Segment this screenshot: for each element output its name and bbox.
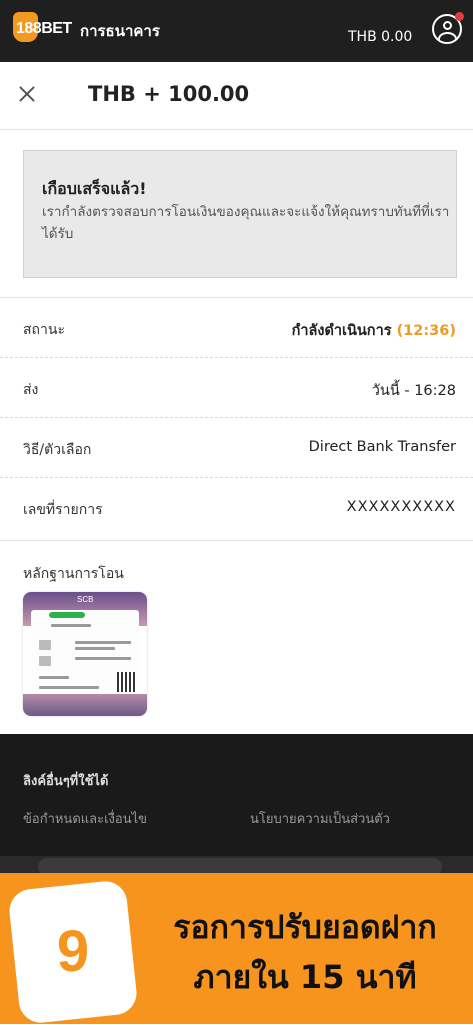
sent-label: ส่ง	[23, 382, 39, 398]
user-head-shape	[443, 21, 452, 30]
proof-label: หลักฐานการโอน	[23, 566, 124, 582]
reference-value: XXXXXXXXXX	[346, 499, 456, 515]
brand-logo[interactable]: 188BET	[13, 12, 72, 42]
privacy-link[interactable]: นโยบายความเป็นส่วนตัว	[250, 808, 390, 829]
slip-line	[39, 656, 51, 666]
banner-heading-line1: รอการปรับยอดฝาก	[173, 908, 437, 946]
page-title: การธนาคาร	[80, 22, 160, 40]
balance-display[interactable]: THB 0.00	[348, 29, 412, 45]
slip-line	[39, 640, 51, 650]
footer-title: ลิงค์อื่นๆที่ใช้ได้	[23, 774, 109, 789]
transfer-slip-thumbnail[interactable]: SCB	[23, 592, 147, 716]
status-timer: (12:36)	[396, 323, 456, 339]
pending-notice-box: เกือบเสร็จแล้ว! เรากำลังตรวจสอบการโอนเงิ…	[23, 150, 457, 278]
terms-link[interactable]: ข้อกำหนดและเงื่อนไข	[23, 808, 147, 829]
top-navigation-bar: 188BET การธนาคาร THB 0.00	[0, 0, 473, 62]
user-body-shape	[438, 32, 457, 42]
banner-heading-line2: ภายใน 15 นาที	[193, 958, 417, 996]
transaction-header: THB + 100.00	[0, 62, 473, 130]
slip-line	[75, 647, 115, 650]
proof-section: หลักฐานการโอน SCB	[0, 540, 473, 734]
notice-title: เกือบเสร็จแล้ว!	[42, 179, 147, 198]
notice-section: เกือบเสร็จแล้ว! เรากำลังตรวจสอบการโอนเงิ…	[0, 130, 473, 298]
method-label: วิธี/ตัวเลือก	[23, 442, 92, 458]
method-row: วิธี/ตัวเลือก Direct Bank Transfer	[0, 418, 473, 478]
deposit-amount: THB + 100.00	[88, 82, 250, 106]
slip-line	[39, 676, 69, 679]
status-label: สถานะ	[23, 322, 65, 338]
slip-success-pill	[49, 612, 85, 618]
reference-row: เลขที่รายการ XXXXXXXXXX	[0, 478, 473, 538]
sent-value: วันนี้ - 16:28	[371, 383, 456, 399]
slip-line	[51, 624, 91, 627]
qr-code-icon	[117, 672, 137, 692]
slip-line	[75, 641, 131, 644]
status-value: กำลังดำเนินการ	[291, 323, 392, 339]
logo-text: 188BET	[16, 20, 72, 37]
notification-dot-icon	[455, 12, 464, 21]
notice-message: เรากำลังตรวจสอบการโอนเงินของคุณและจะแจ้ง…	[42, 204, 450, 242]
slip-line	[39, 686, 99, 689]
sent-row: ส่ง วันนี้ - 16:28	[0, 358, 473, 418]
method-value: Direct Bank Transfer	[308, 439, 456, 455]
slip-line	[75, 657, 131, 660]
slip-footer-graphic	[23, 694, 147, 716]
reference-label: เลขที่รายการ	[23, 502, 103, 518]
status-row: สถานะ กำลังดำเนินการ (12:36)	[0, 298, 473, 358]
step-number: 9	[56, 919, 90, 984]
status-value-group: กำลังดำเนินการ (12:36)	[292, 319, 456, 342]
close-icon[interactable]	[17, 84, 37, 104]
slip-bank-brand: SCB	[77, 595, 94, 604]
slip-paper	[31, 610, 139, 698]
